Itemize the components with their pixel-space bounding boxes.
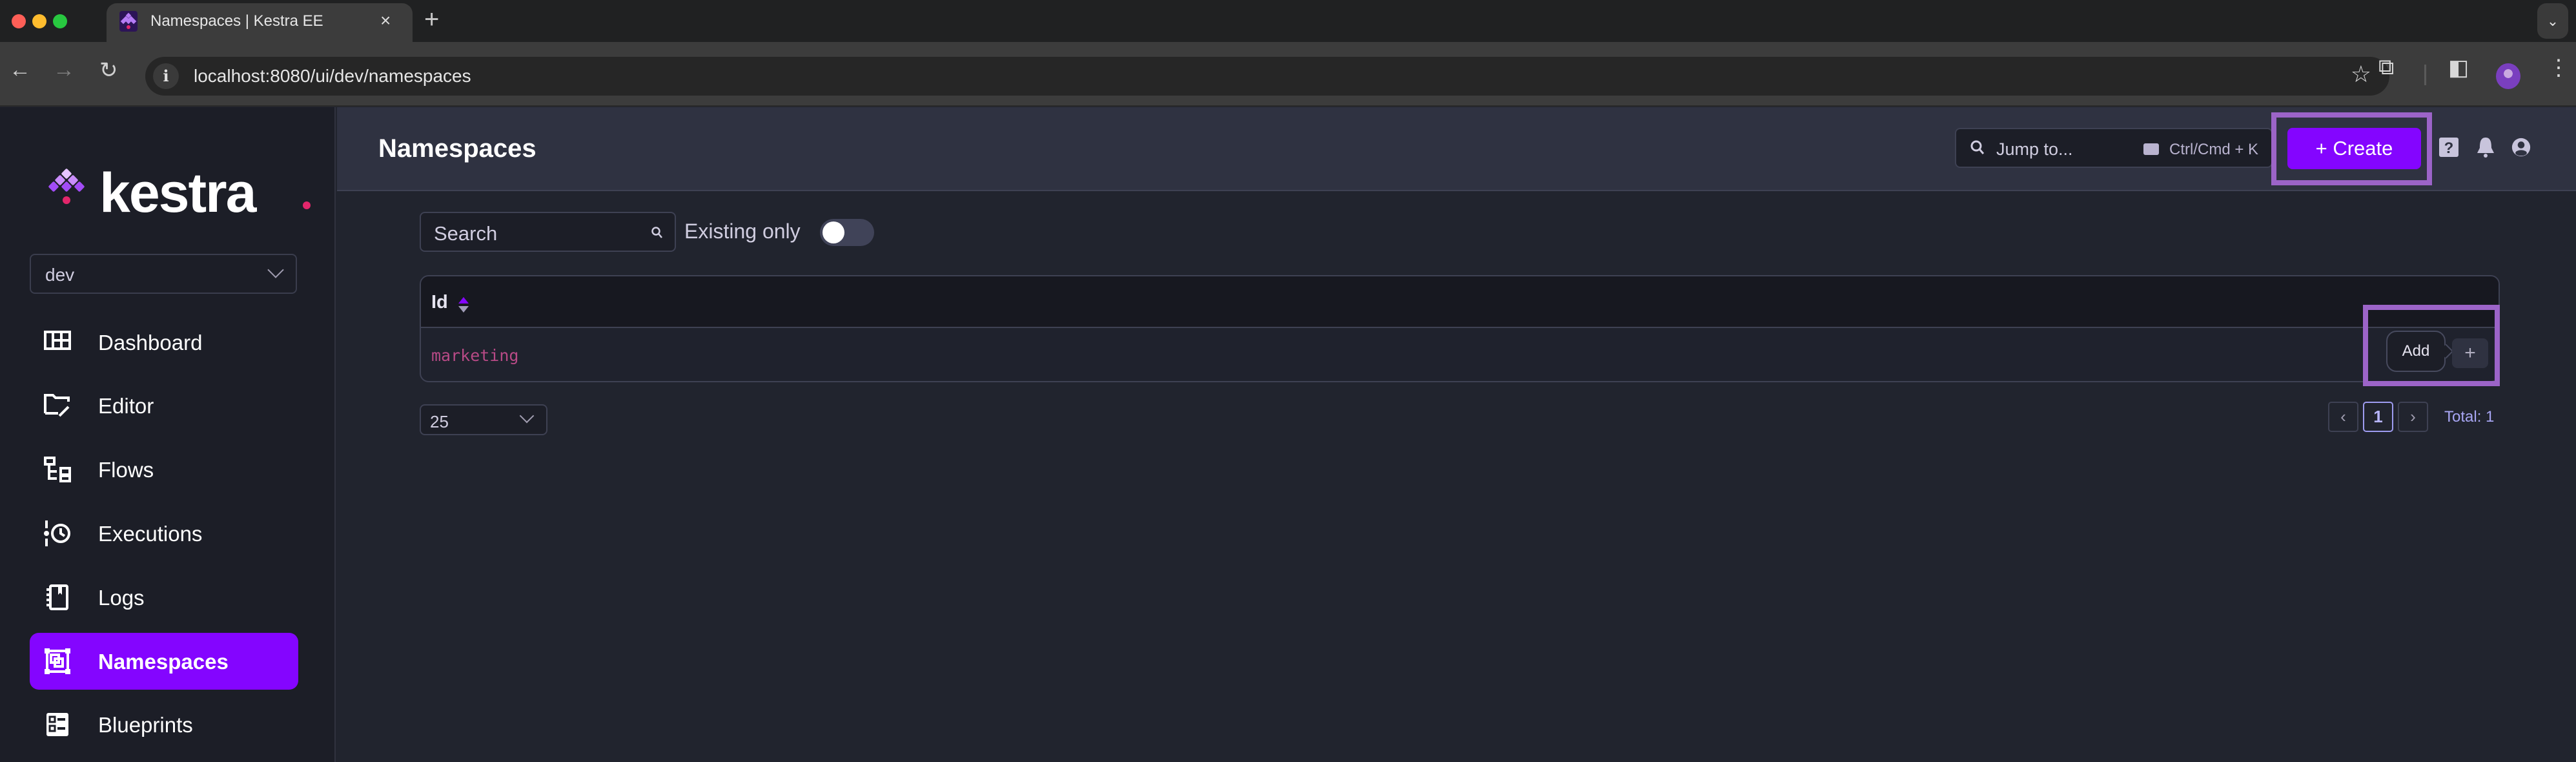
site-info-icon[interactable]: i xyxy=(153,63,179,89)
prev-page-button[interactable]: ‹ xyxy=(2328,402,2358,432)
existing-only-label: Existing only xyxy=(684,220,801,243)
logo-wordmark: kestra xyxy=(99,162,256,224)
back-button[interactable]: ← xyxy=(9,57,31,83)
help-icon[interactable]: ? xyxy=(2439,136,2458,158)
sidebar-item-label: Logs xyxy=(98,586,145,610)
namespaces-table: Id marketing xyxy=(420,275,2500,382)
keyboard-icon xyxy=(2143,143,2159,155)
kestra-logo-icon xyxy=(48,169,85,204)
chevron-right-icon: › xyxy=(2410,407,2416,426)
window-close-button[interactable] xyxy=(12,14,26,28)
browser-tab[interactable]: Namespaces | Kestra EE × xyxy=(107,3,413,43)
search-icon xyxy=(1970,140,1985,154)
profile-avatar[interactable] xyxy=(2496,63,2520,89)
tab-title: Namespaces | Kestra EE xyxy=(150,12,323,30)
create-button[interactable]: + Create xyxy=(2287,128,2421,169)
sidebar-item-label: Executions xyxy=(98,522,203,546)
sidebar-item-blueprints[interactable]: Blueprints xyxy=(30,696,298,753)
forward-button[interactable]: → xyxy=(53,57,75,83)
sidebar-item-label: Blueprints xyxy=(98,713,193,737)
window-minimize-button[interactable] xyxy=(32,14,46,28)
executions-icon xyxy=(44,520,70,546)
bookmark-star-icon[interactable]: ☆ xyxy=(2351,61,2371,88)
logs-icon xyxy=(46,584,68,610)
browser-toolbar: ← → ↻ i localhost:8080/ui/dev/namespaces… xyxy=(0,42,2576,107)
browser-menu-icon[interactable]: ⋮ xyxy=(2548,55,2570,81)
tab-close-icon[interactable]: × xyxy=(380,10,391,31)
search-placeholder: Search xyxy=(434,222,498,245)
tab-search-button[interactable]: ⌄ xyxy=(2537,3,2568,39)
chevron-down-icon: ⌄ xyxy=(2546,13,2559,29)
svg-text:?: ? xyxy=(2444,139,2454,157)
sidebar-item-label: Dashboard xyxy=(98,331,203,355)
chevron-left-icon: ‹ xyxy=(2340,407,2346,426)
namespace-id[interactable]: marketing xyxy=(431,346,518,365)
user-icon[interactable] xyxy=(2511,136,2531,158)
existing-only-toggle[interactable] xyxy=(820,219,874,246)
toolbar-divider xyxy=(2424,65,2426,85)
editor-icon xyxy=(44,394,70,417)
extensions-icon[interactable]: ⧉ xyxy=(2378,55,2394,80)
jump-to-placeholder: Jump to... xyxy=(1996,139,2073,159)
shortcut-hint: Ctrl/Cmd + K xyxy=(2169,141,2259,158)
new-tab-button[interactable]: + xyxy=(424,5,439,34)
plus-icon: + xyxy=(2464,342,2476,364)
address-bar[interactable]: i localhost:8080/ui/dev/namespaces ☆ xyxy=(145,57,2389,96)
page-button-current[interactable]: 1 xyxy=(2363,402,2393,432)
chevron-down-icon xyxy=(267,262,284,278)
chevron-down-icon xyxy=(519,408,535,424)
jump-to-search[interactable]: Jump to... Ctrl/Cmd + K xyxy=(1955,128,2273,168)
sidebar-item-label: Namespaces xyxy=(98,650,229,674)
dashboard-icon xyxy=(44,331,71,350)
add-tooltip: Add xyxy=(2386,331,2454,372)
bell-icon[interactable] xyxy=(2476,136,2495,158)
sidebar-item-flows[interactable]: Flows xyxy=(30,441,298,498)
sidebar-item-executions[interactable]: Executions xyxy=(30,505,298,562)
search-input[interactable]: Search xyxy=(420,212,676,252)
sort-icon[interactable] xyxy=(457,296,470,314)
sidebar-item-label: Editor xyxy=(98,394,154,418)
side-panel-icon[interactable]: ◧ xyxy=(2448,55,2469,81)
reload-button[interactable]: ↻ xyxy=(99,57,118,83)
table-row[interactable]: marketing xyxy=(421,329,2499,381)
window-maximize-button[interactable] xyxy=(53,14,67,28)
blueprints-icon xyxy=(46,713,68,736)
table-header: Id xyxy=(421,276,2499,328)
per-page-select[interactable]: 25 xyxy=(420,404,547,435)
per-page-value: 25 xyxy=(430,412,449,431)
search-icon xyxy=(651,227,662,238)
next-page-button[interactable]: › xyxy=(2398,402,2428,432)
sidebar-item-logs[interactable]: Logs xyxy=(30,569,298,626)
namespaces-icon xyxy=(45,648,70,674)
logo-dot xyxy=(303,201,311,209)
add-namespace-button[interactable]: + xyxy=(2452,338,2488,368)
sidebar-item-label: Flows xyxy=(98,458,154,482)
environment-select[interactable]: dev xyxy=(30,254,297,294)
column-header-id[interactable]: Id xyxy=(431,292,448,313)
tooltip-text: Add xyxy=(2402,342,2430,360)
toggle-knob xyxy=(823,221,844,243)
flows-icon xyxy=(44,457,71,482)
sidebar-item-namespaces[interactable]: Namespaces xyxy=(30,633,298,690)
environment-value: dev xyxy=(45,265,75,285)
url-text[interactable]: localhost:8080/ui/dev/namespaces xyxy=(194,66,471,87)
kestra-favicon-icon xyxy=(119,11,138,32)
sidebar-item-editor[interactable]: Editor xyxy=(30,377,298,434)
total-count: Total: 1 xyxy=(2444,408,2495,426)
browser-tab-bar: Namespaces | Kestra EE × + ⌄ xyxy=(0,0,2576,43)
sidebar-item-dashboard[interactable]: Dashboard xyxy=(30,314,298,371)
page-title: Namespaces xyxy=(378,134,537,163)
